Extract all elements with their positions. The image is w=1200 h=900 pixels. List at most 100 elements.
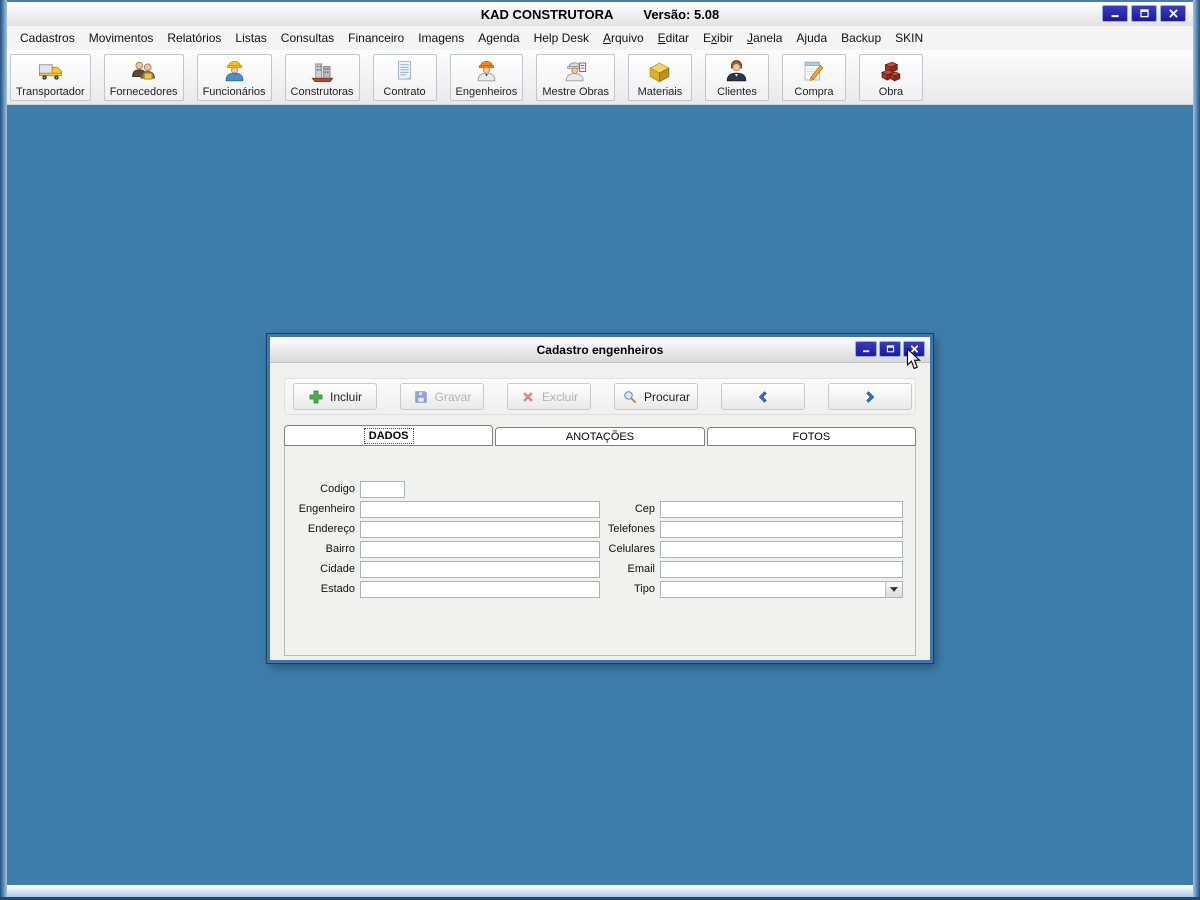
toolbar-button-engenheiros[interactable]: Engenheiros: [449, 53, 524, 101]
maximize-icon: [885, 344, 896, 354]
menu-item-ajuda[interactable]: Ajuda: [789, 28, 834, 48]
application-window: KAD CONSTRUTORA Versão: 5.08 Cadastros Mo…: [0, 0, 1200, 900]
tab-label: FOTOS: [792, 430, 831, 443]
incluir-button[interactable]: Incluir: [293, 383, 377, 410]
form-row-bairro: Bairro: [287, 539, 600, 559]
materials-box-icon: [646, 58, 673, 85]
toolbar-button-transportador[interactable]: Transportador: [10, 53, 91, 101]
form-row-telefones: Telefones: [575, 519, 903, 539]
delete-x-icon: [520, 389, 536, 405]
save-floppy-icon: [413, 389, 429, 405]
excluir-button[interactable]: Excluir: [507, 383, 591, 410]
maximize-button[interactable]: [1131, 5, 1157, 22]
menu-item-editar[interactable]: Editar: [651, 28, 696, 48]
toolbar-button-contrato[interactable]: Contrato: [372, 53, 437, 101]
toolbar-button-label: Clientes: [717, 85, 757, 98]
estado-field[interactable]: [360, 580, 600, 598]
menu-item-relatorios[interactable]: Relatórios: [160, 28, 228, 48]
menu-item-imagens[interactable]: Imagens: [411, 28, 471, 48]
button-label: Incluir: [329, 389, 362, 404]
menu-item-consultas[interactable]: Consultas: [274, 28, 341, 48]
gravar-button[interactable]: Gravar: [400, 383, 484, 410]
toolbar-button-clientes[interactable]: Clientes: [704, 53, 769, 101]
tab-content-dados: Codigo Engenheiro Endereço Bairro Cidade Esta…: [284, 446, 916, 656]
dropdown-button[interactable]: [885, 581, 902, 597]
dialog-title: Cadastro engenheiros: [536, 342, 664, 357]
toolbar-button-fornecedores[interactable]: Fornecedores: [103, 53, 184, 101]
window-frame-left: [0, 0, 7, 900]
toolbar-button-label: Transportador: [16, 85, 85, 98]
minimize-button[interactable]: [855, 341, 877, 357]
truck-icon: [37, 58, 64, 85]
worker-icon: [221, 58, 248, 85]
menu-item-movimentos[interactable]: Movimentos: [82, 28, 161, 48]
menu-item-backup[interactable]: Backup: [834, 28, 888, 48]
toolbar-button-mestre-obras[interactable]: Mestre Obras: [536, 53, 615, 101]
button-label: Gravar: [434, 389, 472, 404]
toolbar-button-label: Construtoras: [290, 85, 354, 98]
celulares-field[interactable]: [660, 540, 903, 558]
toolbar-button-label: Obra: [878, 85, 904, 98]
menu-item-janela[interactable]: Janela: [740, 28, 789, 48]
engenheiro-field[interactable]: [360, 500, 600, 518]
menu-item-arquivo[interactable]: Arquivo: [596, 28, 651, 48]
procurar-button[interactable]: Procurar: [614, 383, 698, 410]
tipo-select[interactable]: [660, 580, 903, 598]
tab-anotacoes[interactable]: ANOTAÇÕES: [495, 427, 705, 446]
status-bar: [7, 885, 1193, 897]
app-version: Versão: 5.08: [643, 6, 720, 22]
toolbar-button-funcionarios[interactable]: Funcionários: [196, 53, 272, 101]
toolbar-button-materiais[interactable]: Materiais: [627, 53, 692, 101]
menu-item-financeiro[interactable]: Financeiro: [341, 28, 411, 48]
minimize-icon: [1109, 8, 1122, 19]
field-label-tipo: Tipo: [634, 583, 655, 595]
maximize-button[interactable]: [879, 341, 901, 357]
tab-dados[interactable]: DADOS: [284, 425, 494, 446]
toolbar-button-label: Compra: [794, 85, 834, 98]
previous-button[interactable]: [721, 383, 805, 410]
endereco-field[interactable]: [360, 520, 600, 538]
field-label-codigo: Codigo: [320, 483, 355, 495]
cidade-field[interactable]: [360, 560, 600, 578]
building-icon: [309, 58, 336, 85]
email-field[interactable]: [660, 560, 903, 578]
form-column-right: Cep Telefones Celulares Email Tipo: [575, 499, 903, 599]
tab-fotos[interactable]: FOTOS: [706, 427, 916, 446]
codigo-field[interactable]: [360, 480, 405, 498]
toolbar-button-label: Contrato: [383, 85, 426, 98]
form-row-endereco: Endereço: [287, 519, 600, 539]
action-button-panel: Incluir Gravar Excluir Procurar: [284, 378, 916, 415]
window-frame-right: [1193, 0, 1200, 900]
form-row-email: Email: [575, 559, 903, 579]
toolbar-button-label: Materiais: [637, 85, 683, 98]
search-icon: [622, 389, 638, 405]
dialog-title-bar[interactable]: Cadastro engenheiros: [270, 337, 930, 363]
next-button[interactable]: [828, 383, 912, 410]
field-label-email: Email: [627, 563, 655, 575]
minimize-button[interactable]: [1102, 5, 1128, 22]
bairro-field[interactable]: [360, 540, 600, 558]
tipo-field[interactable]: [661, 581, 885, 597]
menu-item-cadastros[interactable]: Cadastros: [13, 28, 82, 48]
toolbar-button-construtoras[interactable]: Construtoras: [284, 53, 360, 101]
close-button[interactable]: [1160, 5, 1186, 22]
button-label: Procurar: [643, 389, 690, 404]
menu-item-help-desk[interactable]: Help Desk: [527, 28, 596, 48]
maximize-icon: [1138, 8, 1151, 19]
menu-item-agenda[interactable]: Agenda: [471, 28, 526, 48]
form-row-cep: Cep: [575, 499, 903, 519]
toolbar-button-compra[interactable]: Compra: [781, 53, 846, 101]
field-label-estado: Estado: [320, 583, 355, 595]
menu-item-skin[interactable]: SKIN: [888, 28, 930, 48]
close-icon: [1167, 8, 1180, 19]
toolbar-button-obra[interactable]: Obra: [858, 53, 923, 101]
toolbar-button-label: Fornecedores: [109, 85, 178, 98]
form-row-celulares: Celulares: [575, 539, 903, 559]
menu-item-listas[interactable]: Listas: [228, 28, 273, 48]
telefones-field[interactable]: [660, 520, 903, 538]
field-label-bairro: Bairro: [325, 543, 355, 555]
field-label-celulares: Celulares: [608, 543, 655, 555]
cep-field[interactable]: [660, 500, 903, 518]
form-row-cidade: Cidade: [287, 559, 600, 579]
menu-item-exibir[interactable]: Exibir: [696, 28, 740, 48]
